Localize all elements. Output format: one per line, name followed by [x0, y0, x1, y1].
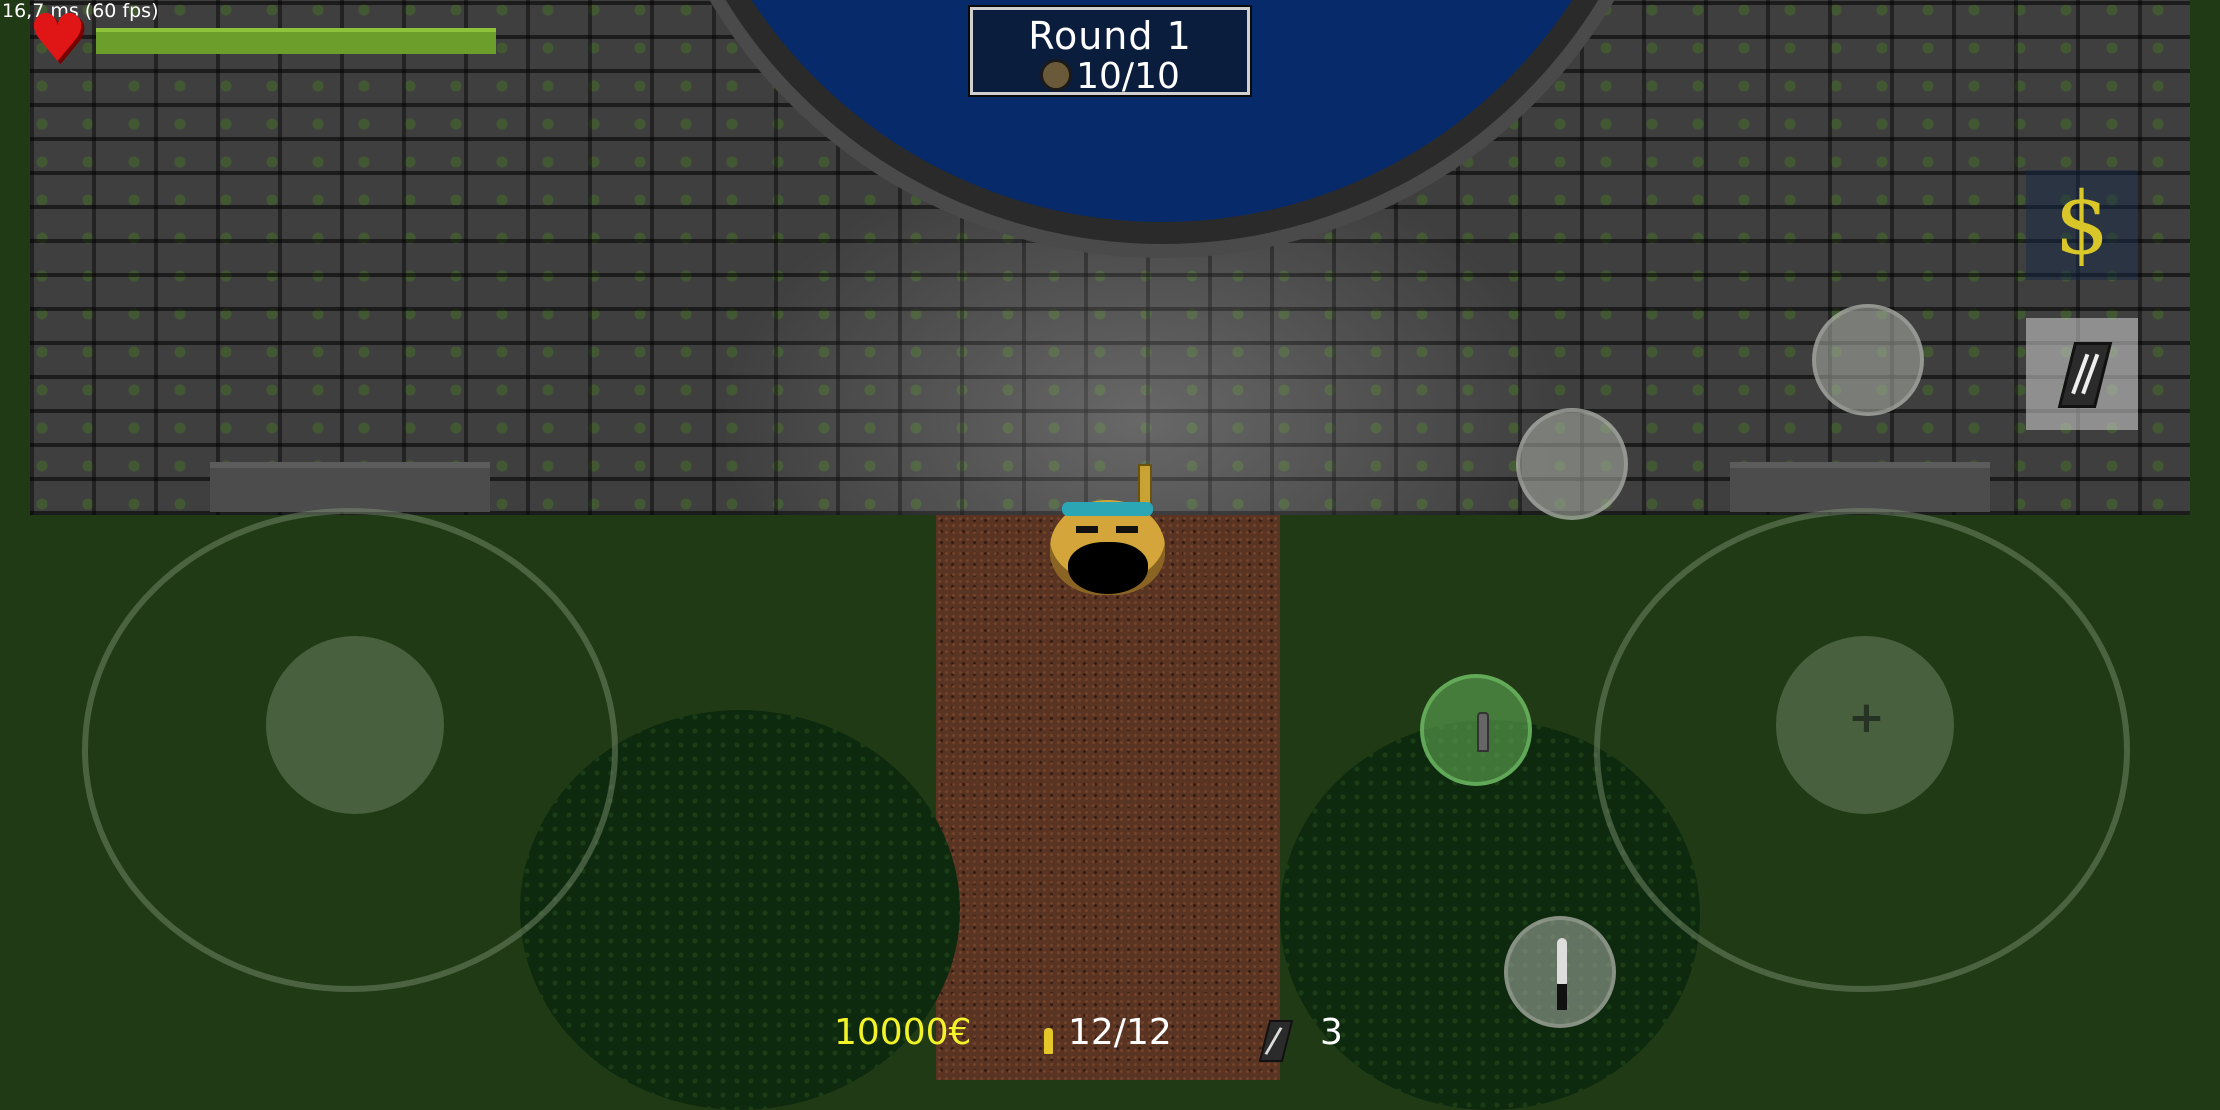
magazine-count: 3 — [1320, 1012, 1343, 1053]
enemy-counter: 10/10 — [973, 56, 1247, 97]
wall-ledge-right — [1730, 462, 1990, 512]
magazine-icon — [2057, 342, 2113, 408]
player-eye-left — [1076, 526, 1098, 533]
reload-button[interactable] — [2026, 318, 2138, 430]
dollar-icon: $ — [2054, 174, 2110, 274]
shop-button[interactable]: $ — [2026, 170, 2138, 280]
player-eye-right — [1116, 526, 1138, 533]
heart-icon: ♥ — [28, 0, 88, 77]
knife-blade — [1557, 938, 1567, 984]
melee-button[interactable] — [1504, 916, 1616, 1028]
dirt-path — [936, 515, 1280, 1080]
enemy-icon — [1040, 59, 1073, 91]
weapon-slot-button[interactable] — [1420, 674, 1532, 786]
ammo-count: 12/12 — [1068, 1012, 1172, 1053]
knife-handle — [1557, 984, 1567, 1010]
player-mouth — [1068, 542, 1148, 594]
health-bar — [96, 28, 496, 54]
knife-icon — [1555, 938, 1569, 1014]
round-panel: Round 1 10/10 — [968, 5, 1252, 97]
bullet-icon — [1477, 712, 1489, 752]
player-character — [1050, 464, 1165, 595]
action-button-2[interactable] — [1516, 408, 1628, 520]
move-joystick-knob[interactable] — [266, 636, 444, 814]
money-display: 10000€ — [834, 1012, 972, 1053]
aim-joystick-knob[interactable]: + — [1776, 636, 1954, 814]
player-headband — [1062, 502, 1153, 516]
action-button-1[interactable] — [1812, 304, 1924, 416]
crosshair-icon: + — [1848, 692, 1885, 743]
round-title: Round 1 — [1028, 14, 1192, 58]
enemy-count: 10/10 — [1076, 56, 1180, 97]
wall-ledge-left — [210, 462, 490, 512]
